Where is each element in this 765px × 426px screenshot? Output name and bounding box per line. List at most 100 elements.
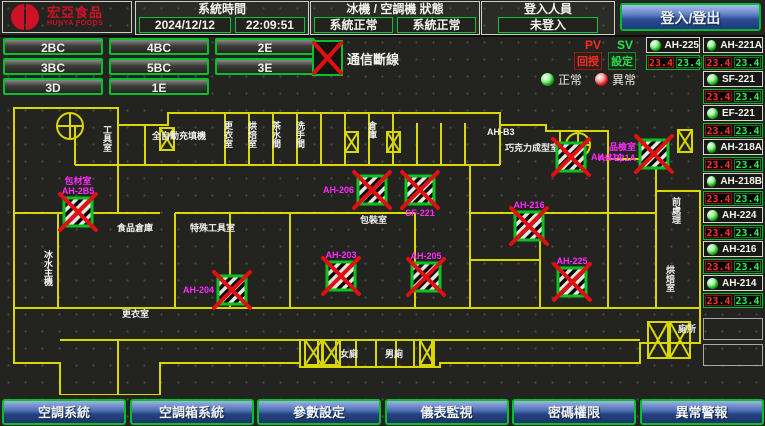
ahu-unit-icon[interactable]: AH-203 — [323, 250, 359, 294]
unit-value-pair: 23.423.4 — [646, 55, 700, 70]
pv-value: 23.4 — [705, 295, 732, 306]
room-label: 包裝室 — [359, 214, 387, 225]
room-label: 更衣室 — [223, 121, 234, 148]
unit-led-icon — [706, 107, 719, 120]
machine-status-panel: 冰機 / 空調機 狀態 系統正常 系統正常 — [310, 1, 480, 35]
room-label: 倉庫 — [367, 120, 378, 140]
machine-status-label: 冰機 / 空調機 狀態 — [311, 2, 479, 17]
pv-value: 23.4 — [705, 227, 732, 238]
nav-button-6[interactable]: 異常警報 — [640, 399, 764, 425]
ahu-unit-icon[interactable]: SF-221 — [402, 172, 438, 218]
sv-value: 23.4 — [734, 295, 761, 306]
floor-button-1e[interactable]: 1E — [109, 78, 209, 95]
floor-button-3d[interactable]: 3D — [3, 78, 103, 95]
unit-button-ah-214[interactable]: AH-214 — [703, 275, 763, 291]
sv-value: 23.4 — [734, 193, 761, 204]
floorplan: 工具室全自動充填機更衣室烘焙室茶水間洗手間倉庫AH-B3巧克力成型室食品倉庫特殊… — [0, 95, 703, 395]
room-label: 全自動充填機 — [151, 130, 206, 141]
stair-icon — [345, 132, 358, 152]
normal-label: 正常 — [558, 71, 582, 88]
room-label: 廁所 — [678, 323, 696, 334]
ahu-status-value: 系統正常 — [397, 17, 476, 33]
sv-value: 23.4 — [676, 57, 702, 68]
nav-button-4[interactable]: 儀表監視 — [385, 399, 509, 425]
floor-button-5bc[interactable]: 5BC — [109, 58, 209, 75]
login-logout-button[interactable]: 登入/登出 — [620, 3, 761, 31]
unit-tag-label: AH-205 — [410, 251, 441, 261]
ahu-unit-icon[interactable]: AH-206 — [323, 172, 390, 208]
unit-tag-label: AH-221A — [598, 153, 636, 163]
unit-name-label: EF-221 — [722, 108, 755, 119]
unit-button-ah-218b[interactable]: AH-218B — [703, 173, 763, 189]
floor-button-2e[interactable]: 2E — [215, 38, 315, 55]
system-date-value: 2024/12/12 — [139, 17, 231, 33]
unit-name-label: AH-216 — [722, 244, 756, 255]
room-label: 茶水間 — [271, 120, 282, 149]
floor-button-2bc[interactable]: 2BC — [3, 38, 103, 55]
unit-led-icon — [706, 73, 719, 86]
sv-value: 23.4 — [734, 261, 761, 272]
ahu-unit-icon[interactable]: AH-216 — [511, 200, 547, 244]
unit-button-ah-216[interactable]: AH-216 — [703, 241, 763, 257]
ahu-unit-icon[interactable]: AH-225 — [554, 256, 590, 300]
room-label: 烘焙室 — [665, 264, 675, 292]
ahu-unit-icon[interactable]: AH-204 — [183, 272, 250, 308]
unit-button-ef-221[interactable]: EF-221 — [703, 105, 763, 121]
unit-led-icon — [706, 175, 717, 188]
comm-fail-icon — [312, 40, 343, 76]
empty-slot — [703, 318, 763, 340]
floor-button-4bc[interactable]: 4BC — [109, 38, 209, 55]
pv-value: 23.4 — [705, 91, 732, 102]
login-status-value: 未登入 — [498, 17, 598, 33]
unit-value-pair: 23.423.4 — [703, 123, 763, 138]
unit-tag-label: AH-225 — [556, 256, 587, 266]
unit-name-label: AH-218B — [720, 176, 762, 187]
sv-value: 23.4 — [734, 227, 761, 238]
abnormal-led-icon — [594, 72, 609, 87]
stair-icon — [678, 130, 692, 152]
room-label: 女廁 — [340, 348, 358, 359]
comm-fail-label: 通信斷線 — [347, 49, 399, 68]
unit-button-ah-218a[interactable]: AH-218A — [703, 139, 763, 155]
unit-button-ah-225[interactable]: AH-225 — [646, 37, 700, 53]
hmi-screen: 宏亞食品 HUNYA FOODS 系統時間 2024/12/12 22:09:5… — [0, 0, 765, 426]
abnormal-label: 異常 — [612, 71, 636, 88]
unit-value-pair: 23.423.4 — [703, 157, 763, 172]
unit-led-icon — [706, 277, 719, 290]
unit-led-icon — [649, 39, 662, 52]
unit-value-pair: 23.423.4 — [703, 225, 763, 240]
nav-button-3[interactable]: 參數設定 — [257, 399, 381, 425]
system-time-label: 系統時間 — [136, 2, 308, 17]
ahu-unit-icon[interactable]: 品檢室AH-221A — [598, 136, 672, 172]
room-label: 冰水主機 — [43, 249, 54, 287]
unit-name-label: AH-221A — [720, 40, 762, 51]
login-label: 登入人員 — [482, 2, 614, 17]
company-logo: 宏亞食品 HUNYA FOODS — [2, 1, 132, 33]
sv-label: SV — [617, 38, 633, 52]
unit-led-icon — [706, 243, 719, 256]
ahu-unit-icon[interactable]: AH-205 — [408, 251, 444, 295]
unit-tag-label: 包材室 — [63, 175, 91, 186]
nav-button-5[interactable]: 密碼權限 — [512, 399, 636, 425]
logo-subtitle: HUNYA FOODS — [47, 20, 103, 28]
unit-led-icon — [706, 39, 717, 52]
unit-tag-label: AH-203 — [325, 250, 356, 260]
chiller-status-value: 系統正常 — [314, 17, 393, 33]
unit-button-sf-221[interactable]: SF-221 — [703, 71, 763, 87]
floor-button-3bc[interactable]: 3BC — [3, 58, 103, 75]
stair-icon — [323, 340, 340, 365]
unit-name-label: AH-218A — [720, 142, 762, 153]
nav-button-1[interactable]: 空調系統 — [2, 399, 126, 425]
floor-button-3e[interactable]: 3E — [215, 58, 315, 75]
stair-icon — [305, 340, 322, 365]
ahu-unit-icon[interactable]: 包材室AH-2B5 — [60, 175, 96, 230]
unit-tag-label: SF-221 — [405, 208, 435, 218]
unit-name-label: AH-224 — [722, 210, 756, 221]
unit-button-ah-221a[interactable]: AH-221A — [703, 37, 763, 53]
nav-button-2[interactable]: 空調箱系統 — [130, 399, 254, 425]
setting-label: 設定 — [608, 52, 636, 70]
unit-tag-label: AH-2B5 — [62, 186, 95, 196]
unit-button-ah-224[interactable]: AH-224 — [703, 207, 763, 223]
system-time-panel: 系統時間 2024/12/12 22:09:51 — [135, 1, 309, 35]
legend-abnormal: 異常 — [594, 71, 636, 88]
